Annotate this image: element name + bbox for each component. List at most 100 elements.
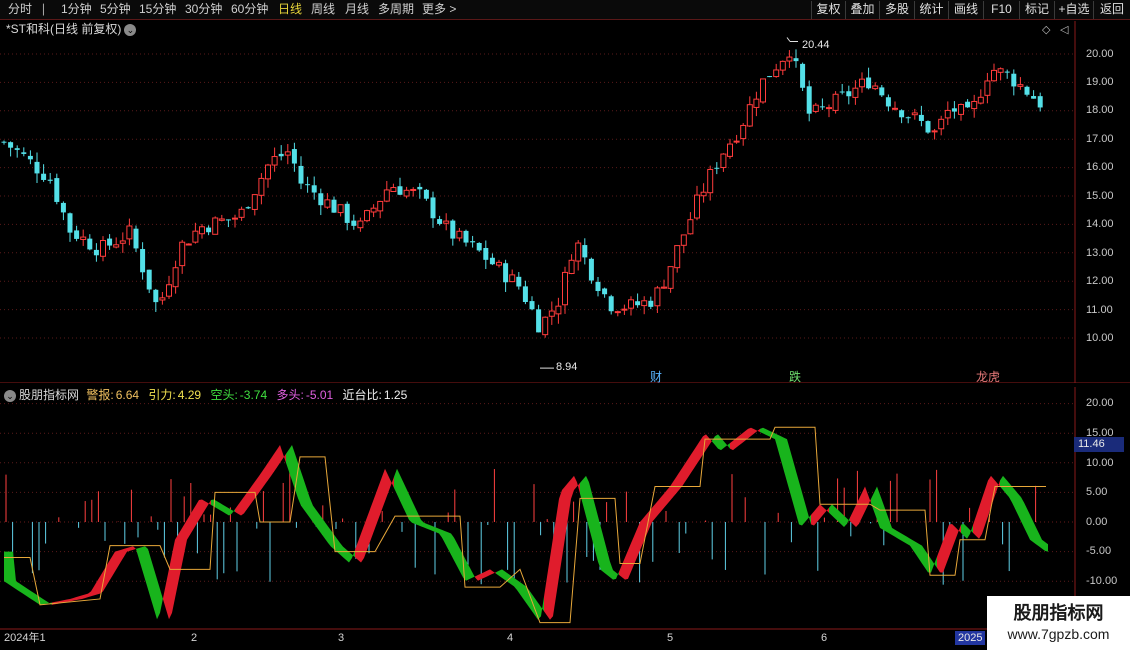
oscillator-band — [907, 536, 910, 546]
oscillator-band — [1030, 514, 1033, 542]
candle-body — [971, 100, 978, 110]
oscillator-band — [886, 511, 889, 534]
oscillator-band — [79, 595, 82, 600]
candle-body — [628, 299, 634, 309]
candle-body — [483, 247, 489, 260]
oscillator-band — [139, 547, 142, 570]
event-marker-longhu[interactable]: 龙虎 — [976, 370, 1000, 384]
candle-body — [984, 80, 991, 96]
stats-button[interactable]: 统计 — [914, 1, 948, 19]
overlay-button[interactable]: 叠加 — [845, 1, 879, 19]
oscillator-band — [256, 476, 259, 497]
oscillator-band — [268, 458, 271, 481]
sep-icon: ▏ — [43, 5, 51, 16]
f10-button[interactable]: F10 — [983, 1, 1019, 19]
add-watchlist-button[interactable]: +自选 — [1054, 1, 1093, 19]
diamond-icon[interactable]: ◇ — [1042, 23, 1050, 36]
oscillator-band — [619, 564, 622, 578]
oscillator-band — [349, 551, 352, 563]
oscillator-band — [151, 559, 154, 610]
candle-body — [258, 177, 265, 196]
oscillator-band — [205, 501, 208, 510]
period-tab-60min[interactable]: 60分钟 — [231, 2, 268, 17]
oscillator-band — [931, 559, 934, 573]
period-tab-daily[interactable]: 日线 — [278, 2, 302, 17]
oscillator-band — [88, 591, 91, 598]
oscillator-band — [997, 480, 1000, 490]
oscillator-band — [328, 526, 331, 547]
candle-body — [14, 148, 20, 150]
chevron-down-icon[interactable]: ⌄ — [4, 389, 16, 402]
oscillator-band — [613, 570, 616, 580]
oscillator-band — [175, 534, 178, 599]
oscillator-band — [301, 471, 304, 510]
oscillator-band — [1024, 502, 1027, 534]
expand-icon[interactable]: ◁ — [1060, 23, 1068, 36]
oscillator-band — [25, 587, 28, 597]
oscillator-band — [250, 484, 253, 506]
fuquan-button[interactable]: 复权 — [811, 1, 845, 19]
multi-stock-button[interactable]: 多股 — [879, 1, 914, 19]
oscillator-band — [517, 580, 520, 595]
indicator-tick: -5.00 — [1086, 545, 1112, 557]
oscillator-band — [1039, 533, 1042, 549]
oscillator-band — [628, 543, 631, 579]
oscillator-band — [550, 537, 553, 620]
period-tab-5min[interactable]: 5分钟 — [100, 2, 131, 17]
candle-body — [700, 191, 707, 197]
indicator-chart[interactable] — [0, 387, 1130, 630]
oscillator-band — [514, 577, 517, 590]
oscillator-band — [970, 524, 973, 534]
candle-body — [925, 121, 931, 133]
oscillator-band — [46, 600, 49, 604]
draw-line-button[interactable]: 画线 — [948, 1, 983, 19]
oscillator-band — [430, 525, 433, 532]
oscillator-band — [610, 561, 613, 580]
candle-body — [529, 301, 535, 310]
oscillator-band — [604, 539, 607, 575]
oscillator-band — [880, 494, 883, 530]
period-tab-30min[interactable]: 30分钟 — [185, 2, 222, 17]
candle-body — [727, 143, 733, 157]
chevron-down-icon[interactable]: ⌄ — [124, 23, 137, 36]
oscillator-band — [706, 434, 709, 450]
candle-body — [41, 173, 47, 180]
candle-body — [245, 207, 251, 209]
period-tab-1min[interactable]: 1分钟 — [61, 2, 92, 17]
period-tab-monthly[interactable]: 月线 — [345, 2, 369, 17]
oscillator-band — [382, 468, 385, 510]
oscillator-band — [937, 548, 940, 573]
oscillator-band — [631, 536, 634, 572]
oscillator-band — [934, 556, 937, 568]
candlestick-chart[interactable] — [0, 21, 1130, 383]
oscillator-band — [592, 493, 595, 551]
oscillator-band — [715, 434, 718, 449]
candle-body — [582, 245, 588, 258]
oscillator-band — [16, 581, 19, 592]
period-tab-15min[interactable]: 15分钟 — [139, 2, 176, 17]
oscillator-band — [781, 436, 784, 472]
event-marker-finance[interactable]: 财 — [650, 370, 662, 384]
oscillator-band — [196, 499, 199, 525]
candle-body — [859, 78, 865, 88]
oscillator-band — [595, 504, 598, 562]
oscillator-band — [169, 554, 172, 620]
event-marker-drop[interactable]: 跌 — [789, 370, 801, 384]
candle-body — [450, 220, 456, 239]
period-tab-multi[interactable]: 多周期 — [378, 2, 414, 17]
period-tab-weekly[interactable]: 周线 — [311, 2, 335, 17]
candle-body — [218, 218, 225, 221]
mark-button[interactable]: 标记 — [1019, 1, 1054, 19]
oscillator-band — [673, 477, 676, 498]
candle-body — [503, 263, 509, 283]
candle-body — [54, 178, 60, 202]
candle-body — [1037, 96, 1043, 108]
back-button[interactable]: 返回 — [1093, 1, 1130, 19]
x-axis-label: 5 — [667, 632, 674, 644]
candle-body — [575, 242, 582, 262]
candle-body — [437, 219, 443, 224]
period-tab-fenshi[interactable]: 分时 — [8, 2, 32, 17]
period-tab-more[interactable]: 更多 > — [422, 2, 456, 17]
oscillator-band — [70, 598, 73, 602]
candle-body — [159, 297, 166, 301]
